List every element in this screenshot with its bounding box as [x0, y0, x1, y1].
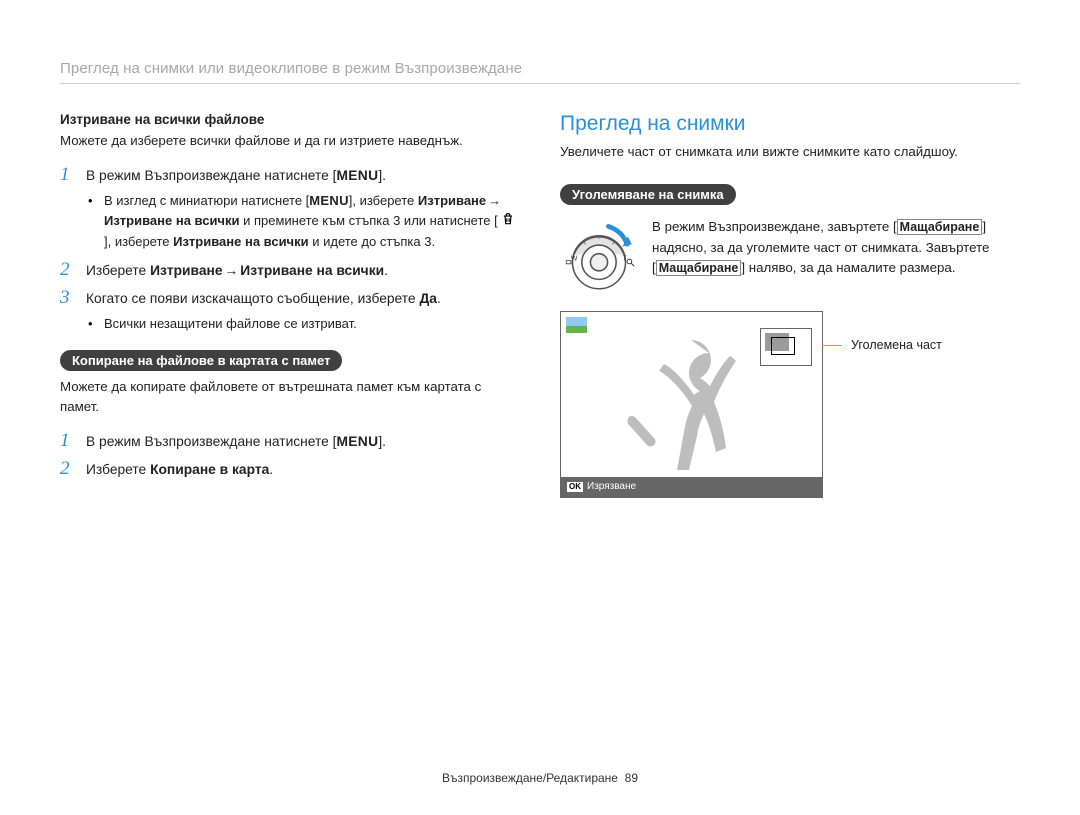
text-frag: и преминете към стъпка 3 или натиснете [	[239, 213, 497, 228]
section-copy-intro: Можете да копирате файловете от вътрешна…	[60, 377, 520, 417]
text-bold: Изтриване	[418, 193, 486, 208]
dial-w-label: W	[571, 256, 578, 263]
step-number: 3	[60, 288, 74, 307]
trash-icon	[501, 212, 515, 232]
ok-button-icon: OK	[567, 482, 583, 492]
step-text: Изберете Изтриване → Изтриване на всички…	[86, 260, 388, 282]
section-enlarge-title: Уголемяване на снимка	[560, 184, 736, 205]
zoom-instruction-text: В режим Възпроизвеждане, завъртете [Маща…	[652, 217, 1020, 279]
callout-connector	[822, 345, 842, 346]
step-text: Изберете Копиране в карта.	[86, 459, 273, 481]
zoom-dial-icon: W T	[560, 217, 638, 295]
text-bold: Изтриване	[150, 263, 222, 278]
bullet-dot: •	[88, 191, 96, 252]
text-bold: Копиране в карта	[150, 462, 269, 477]
step-text: В режим Възпроизвеждане натиснете [MENU]…	[86, 431, 386, 453]
page-header: Преглед на снимки или видеоклипове в реж…	[60, 60, 1020, 84]
delete-step-1-bullet: • В изглед с миниатюри натиснете [MENU],…	[88, 191, 520, 252]
text-bold: Да	[419, 291, 437, 306]
page-number: 89	[625, 771, 638, 785]
section-delete-all-intro: Можете да изберете всички файлове и да г…	[60, 131, 520, 151]
menu-label: MENU	[309, 193, 348, 208]
text-frag: Изберете	[86, 263, 150, 278]
delete-step-3: 3 Когато се появи изскачащото съобщение,…	[60, 288, 520, 310]
step-number: 2	[60, 260, 74, 279]
section-view-intro: Увеличете част от снимката или вижте сни…	[560, 142, 1020, 162]
text-frag: и идете до стъпка 3.	[309, 234, 435, 249]
arrow-icon: →	[223, 260, 241, 282]
footer-text: Възпроизвеждане/Редактиране	[442, 771, 618, 785]
navigator-panel	[760, 328, 812, 366]
bullet-text: Всички незащитени файлове се изтриват.	[104, 314, 357, 334]
menu-label: MENU	[337, 168, 379, 183]
zoom-button-label: Мащабиране	[897, 219, 983, 235]
page-root: Преглед на снимки или видеоклипове в реж…	[0, 0, 1080, 815]
text-bold: Изтриване на всички	[104, 213, 239, 228]
step-text: В режим Възпроизвеждане натиснете [MENU]…	[86, 165, 386, 187]
text-frag: В изглед с миниатюри натиснете [	[104, 193, 309, 208]
text-frag: .	[384, 263, 388, 278]
delete-step-3-bullet: • Всички незащитени файлове се изтриват.	[88, 314, 520, 334]
bullet-dot: •	[88, 314, 96, 334]
text-bold: Изтриване на всички	[240, 263, 384, 278]
zoom-button-label: Мащабиране	[656, 260, 742, 276]
step-text: Когато се появи изскачащото съобщение, и…	[86, 288, 441, 310]
person-silhouette-icon	[603, 326, 783, 486]
zoom-instruction-row: W T В режим Възпроизвеждане, завъртете […	[560, 217, 1020, 295]
right-column: Преглед на снимки Увеличете част от сним…	[560, 112, 1020, 498]
delete-step-2: 2 Изберете Изтриване → Изтриване на всич…	[60, 260, 520, 282]
bullet-text: В изглед с миниатюри натиснете [MENU], и…	[104, 191, 520, 252]
text-frag: .	[437, 291, 441, 306]
text-frag: ].	[378, 168, 386, 183]
callout-label: Уголемена част	[851, 338, 942, 352]
text-frag: ] наляво, за да намалите размера.	[741, 260, 955, 275]
text-frag: Когато се появи изскачащото съобщение, и…	[86, 291, 419, 306]
page-footer: Възпроизвеждане/Редактиране 89	[0, 771, 1080, 785]
section-view-title: Преглед на снимки	[560, 112, 1020, 136]
text-bold: Изтриване на всички	[173, 234, 308, 249]
left-column: Изтриване на всички файлове Можете да из…	[60, 112, 520, 498]
step-number: 1	[60, 431, 74, 450]
menu-label: MENU	[337, 434, 379, 449]
screen-footer-bar: OK Изрязване	[561, 477, 822, 497]
text-frag: ], изберете	[104, 234, 173, 249]
step-number: 2	[60, 459, 74, 478]
thumbnail-icon	[566, 317, 587, 333]
content-columns: Изтриване на всички файлове Можете да из…	[60, 112, 1020, 498]
section-copy-title: Копиране на файлове в картата с памет	[60, 350, 342, 371]
text-frag: .	[269, 462, 273, 477]
navigator-viewport	[771, 337, 795, 355]
step-number: 1	[60, 165, 74, 184]
text-frag: В режим Възпроизвеждане натиснете [	[86, 434, 337, 449]
camera-screen-illustration: Уголемена част OK Изрязване	[560, 311, 823, 498]
text-frag: В режим Възпроизвеждане натиснете [	[86, 168, 337, 183]
crop-label: Изрязване	[587, 477, 636, 497]
text-frag: ], изберете	[349, 193, 418, 208]
delete-step-1: 1 В режим Възпроизвеждане натиснете [MEN…	[60, 165, 520, 187]
copy-step-1: 1 В режим Възпроизвеждане натиснете [MEN…	[60, 431, 520, 453]
section-delete-all-title: Изтриване на всички файлове	[60, 112, 520, 127]
arrow-icon: →	[486, 191, 503, 211]
text-frag: ].	[378, 434, 386, 449]
text-frag: В режим Възпроизвеждане, завъртете [	[652, 219, 897, 234]
text-frag: Изберете	[86, 462, 150, 477]
copy-step-2: 2 Изберете Копиране в карта.	[60, 459, 520, 481]
